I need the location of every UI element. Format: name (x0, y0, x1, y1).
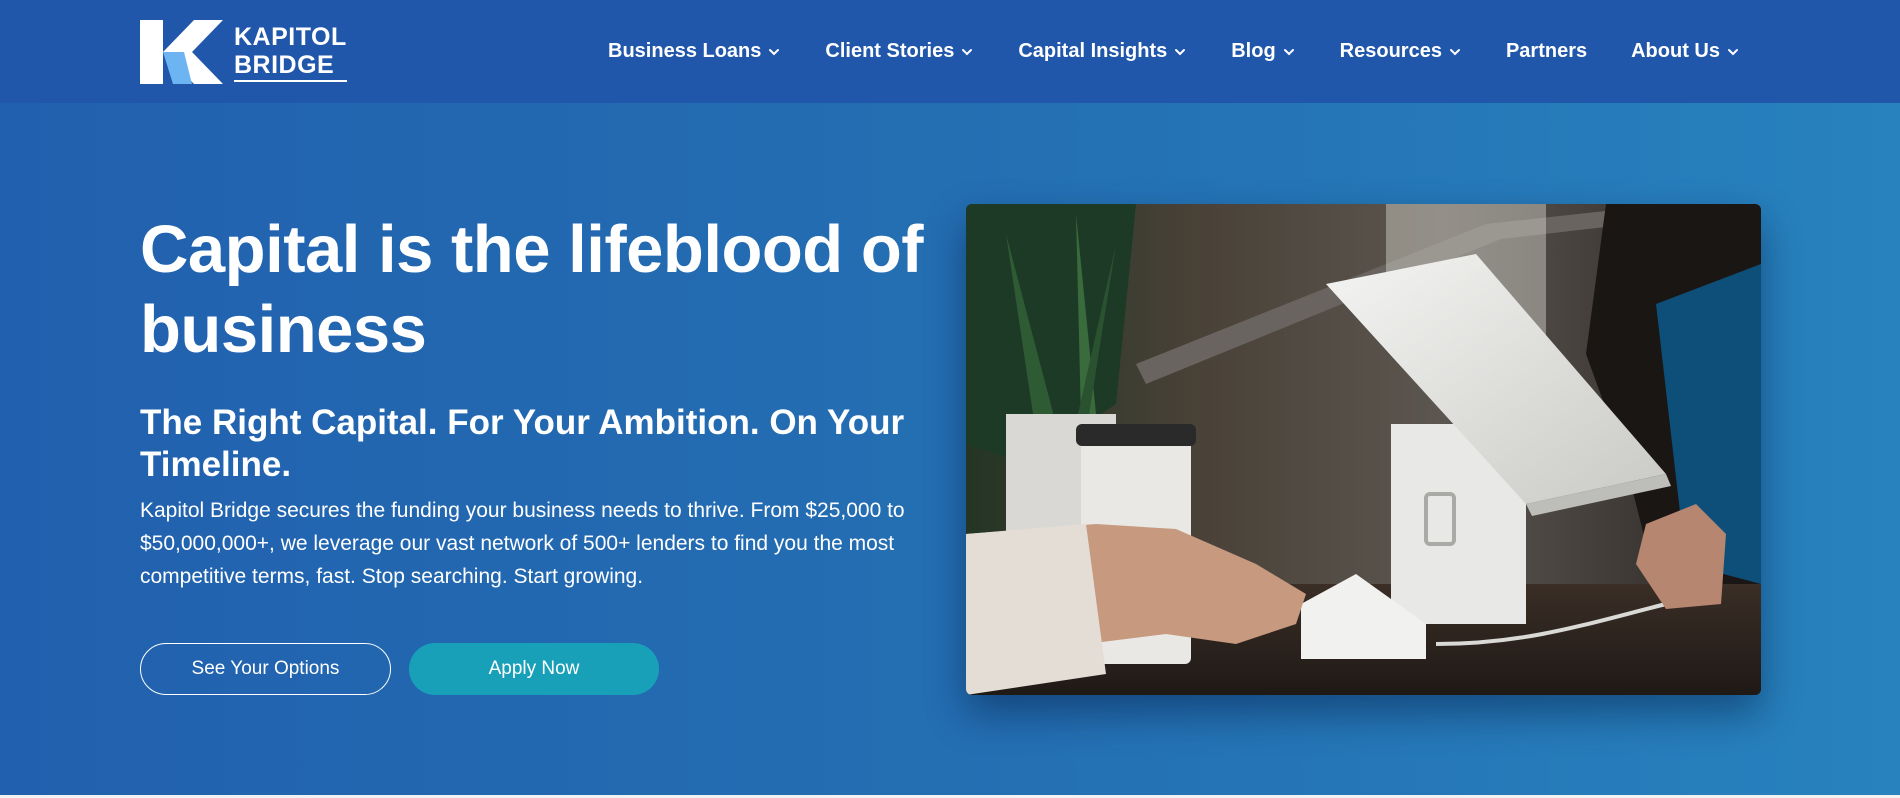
nav-item-label: Capital Insights (1018, 40, 1168, 62)
apply-now-button[interactable]: Apply Now (409, 643, 659, 695)
chevron-down-icon (1283, 48, 1294, 55)
nav-item-partners[interactable]: Partners (1506, 40, 1587, 63)
page: KAPITOL BRIDGE Business Loans Client Sto… (0, 0, 1900, 798)
main-nav: Business Loans Client Stories Capital In… (608, 0, 1740, 103)
chevron-down-icon (769, 48, 780, 55)
payment-terminal-photo (966, 204, 1761, 695)
brand-name-line2: BRIDGE (234, 51, 347, 82)
nav-item-label: Client Stories (825, 40, 955, 62)
nav-item-capital-insights[interactable]: Capital Insights (1018, 40, 1187, 63)
nav-item-label: Partners (1505, 40, 1588, 62)
chevron-down-icon (1175, 48, 1186, 55)
nav-item-label: Business Loans (608, 40, 762, 62)
nav-item-business-loans[interactable]: Business Loans (608, 40, 781, 63)
chevron-down-icon (1449, 48, 1460, 55)
nav-item-blog[interactable]: Blog (1231, 40, 1295, 63)
see-your-options-button[interactable]: See Your Options (140, 643, 391, 695)
nav-item-client-stories[interactable]: Client Stories (825, 40, 974, 63)
nav-item-about-us[interactable]: About Us (1631, 40, 1740, 63)
nav-item-label: About Us (1631, 40, 1720, 62)
nav-item-label: Blog (1231, 40, 1276, 62)
nav-item-resources[interactable]: Resources (1340, 40, 1462, 63)
brand-name: KAPITOL BRIDGE (234, 23, 347, 82)
chevron-down-icon (1728, 48, 1738, 55)
brand-name-line1: KAPITOL (234, 22, 347, 51)
hero-image (966, 204, 1761, 695)
chevron-down-icon (962, 48, 973, 55)
hero-title: Capital is the lifeblood of business (140, 212, 924, 367)
brand-logo[interactable]: KAPITOL BRIDGE (140, 18, 347, 86)
nav-item-label: Resources (1339, 40, 1442, 62)
hero-subtitle: The Right Capital. For Your Ambition. On… (140, 403, 905, 484)
site-header: KAPITOL BRIDGE Business Loans Client Sto… (0, 0, 1900, 103)
hero-description: Kapitol Bridge secures the funding your … (140, 499, 905, 588)
k-logo-icon (140, 20, 223, 84)
